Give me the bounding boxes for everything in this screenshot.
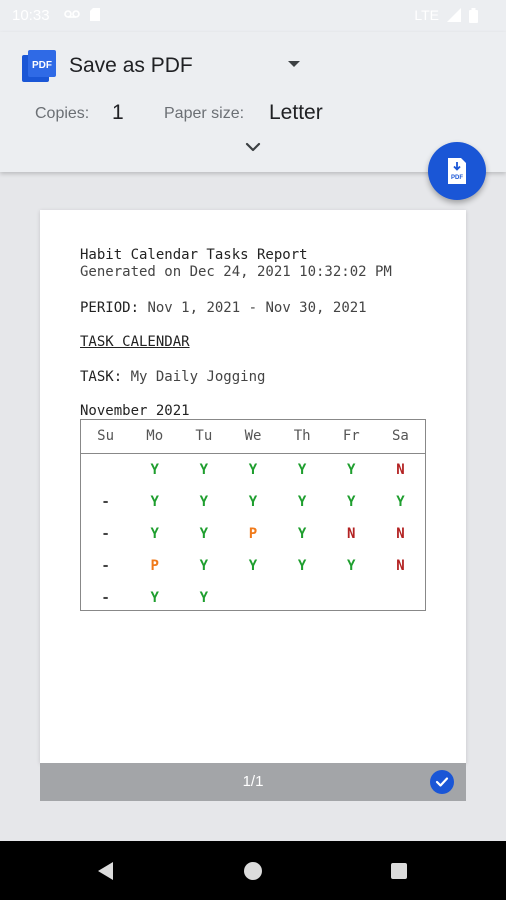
fab-pdf-text: PDF — [451, 175, 463, 181]
weekday-we: We — [244, 428, 262, 444]
copies-value[interactable]: 1 — [112, 101, 124, 125]
calendar-day-cell: Y — [297, 462, 307, 478]
sim-card-icon — [90, 8, 100, 21]
calendar-day-cell — [327, 582, 376, 614]
back-icon[interactable] — [97, 861, 115, 881]
signal-icon — [447, 8, 461, 22]
battery-icon — [469, 7, 478, 23]
calendar-day-cell: - — [101, 590, 110, 606]
weekday-su: Su — [97, 428, 114, 444]
calendar-day-cell: N — [396, 526, 405, 542]
weekday-tu: Tu — [195, 428, 213, 444]
printer-dropdown-icon[interactable] — [288, 61, 300, 67]
status-bar: 10:33 LTE — [0, 0, 506, 32]
calendar-weekday-header: Su Mo Tu We Th Fr Sa — [81, 420, 425, 454]
calendar-month: November 2021 — [80, 403, 190, 419]
calendar-day-cell: Y — [150, 590, 159, 606]
calendar-week-row: -YY — [81, 582, 425, 614]
svg-text:PDF: PDF — [32, 60, 52, 71]
calendar-day-cell: Y — [248, 462, 258, 478]
page-preview[interactable]: Habit Calendar Tasks Report Generated on… — [40, 210, 466, 763]
period-value: Nov 1, 2021 - Nov 30, 2021 — [147, 300, 367, 316]
calendar-day-cell: - — [101, 494, 110, 510]
task-label: TASK: — [80, 369, 123, 385]
calendar-day-cell: Y — [347, 494, 356, 510]
weekday-mo: Mo — [146, 428, 164, 444]
report-task: TASK: My Daily Jogging — [80, 369, 265, 385]
calendar-day-cell: Y — [199, 526, 209, 542]
calendar-week-row: -YYPYNN — [81, 518, 425, 550]
paper-size-label: Paper size: — [164, 105, 245, 122]
calendar-day-cell: N — [347, 526, 356, 542]
calendar-body: YYYYYN-YYYYYY-YYPYNN-PYYYYN-YY — [81, 454, 425, 614]
recents-icon[interactable] — [391, 863, 407, 879]
calendar-day-cell: Y — [248, 494, 258, 510]
period-label: PERIOD: — [80, 300, 140, 316]
printer-selector[interactable]: Save as PDF — [69, 54, 193, 78]
calendar-day-cell: Y — [297, 558, 307, 574]
calendar-day-cell: Y — [347, 558, 356, 574]
print-options-header: PDF Save as PDF Copies: 1 Paper size: Le… — [0, 32, 506, 172]
calendar-week-row: YYYYYN — [81, 454, 425, 486]
notification-icons — [64, 8, 100, 21]
network-type: LTE — [414, 7, 439, 23]
calendar-day-cell: Y — [150, 462, 159, 478]
copies-label: Copies: — [35, 105, 90, 122]
weekday-th: Th — [293, 428, 311, 444]
report-period: PERIOD: Nov 1, 2021 - Nov 30, 2021 — [80, 300, 367, 316]
calendar-day-cell: Y — [396, 494, 405, 510]
report-title: Habit Calendar Tasks Report — [80, 247, 308, 263]
calendar-day-cell — [81, 454, 130, 486]
calendar-day-cell — [228, 582, 277, 614]
calendar-day-cell — [278, 582, 327, 614]
paper-size-value[interactable]: Letter — [269, 101, 323, 125]
system-nav-bar — [0, 841, 506, 900]
calendar-day-cell: Y — [297, 494, 307, 510]
calendar-day-cell: P — [248, 526, 258, 542]
calendar-day-cell: Y — [199, 558, 209, 574]
voicemail-icon — [64, 10, 80, 18]
calendar-day-cell: Y — [297, 526, 307, 542]
calendar-day-cell: - — [101, 526, 110, 542]
calendar-day-cell: Y — [347, 462, 356, 478]
download-pdf-button[interactable]: PDF — [428, 142, 486, 200]
habit-calendar: Su Mo Tu We Th Fr Sa YYYYYN-YYYYYY-YYPYNN-PYYY… — [80, 419, 426, 611]
weekday-sa: Sa — [391, 428, 409, 444]
calendar-day-cell: - — [101, 558, 110, 574]
calendar-day-cell: Y — [199, 494, 209, 510]
page-indicator: 1/1 — [242, 773, 264, 790]
page-selected-check[interactable] — [430, 770, 454, 794]
status-time: 10:33 — [12, 7, 50, 24]
calendar-day-cell: Y — [248, 558, 258, 574]
page-footer: 1/1 — [40, 763, 466, 801]
calendar-day-cell: N — [396, 462, 405, 478]
pdf-download-icon: PDF — [448, 158, 466, 184]
calendar-day-cell: P — [150, 558, 159, 574]
calendar-day-cell — [376, 582, 425, 614]
pdf-printer-icon: PDF — [22, 50, 56, 82]
task-value: My Daily Jogging — [130, 369, 266, 385]
calendar-day-cell: Y — [150, 494, 159, 510]
check-icon — [435, 777, 449, 787]
report-generated: Generated on Dec 24, 2021 10:32:02 PM — [80, 264, 392, 280]
calendar-day-cell: N — [396, 558, 405, 574]
chevron-down-icon[interactable] — [244, 140, 262, 154]
calendar-day-cell: Y — [199, 462, 209, 478]
weekday-fr: Fr — [342, 428, 360, 444]
calendar-day-cell: Y — [150, 526, 159, 542]
home-icon[interactable] — [244, 862, 262, 880]
status-right: LTE — [414, 7, 478, 23]
calendar-week-row: -PYYYYN — [81, 550, 425, 582]
calendar-week-row: -YYYYYY — [81, 486, 425, 518]
calendar-day-cell: Y — [199, 590, 209, 606]
section-heading: TASK CALENDAR — [80, 334, 190, 350]
